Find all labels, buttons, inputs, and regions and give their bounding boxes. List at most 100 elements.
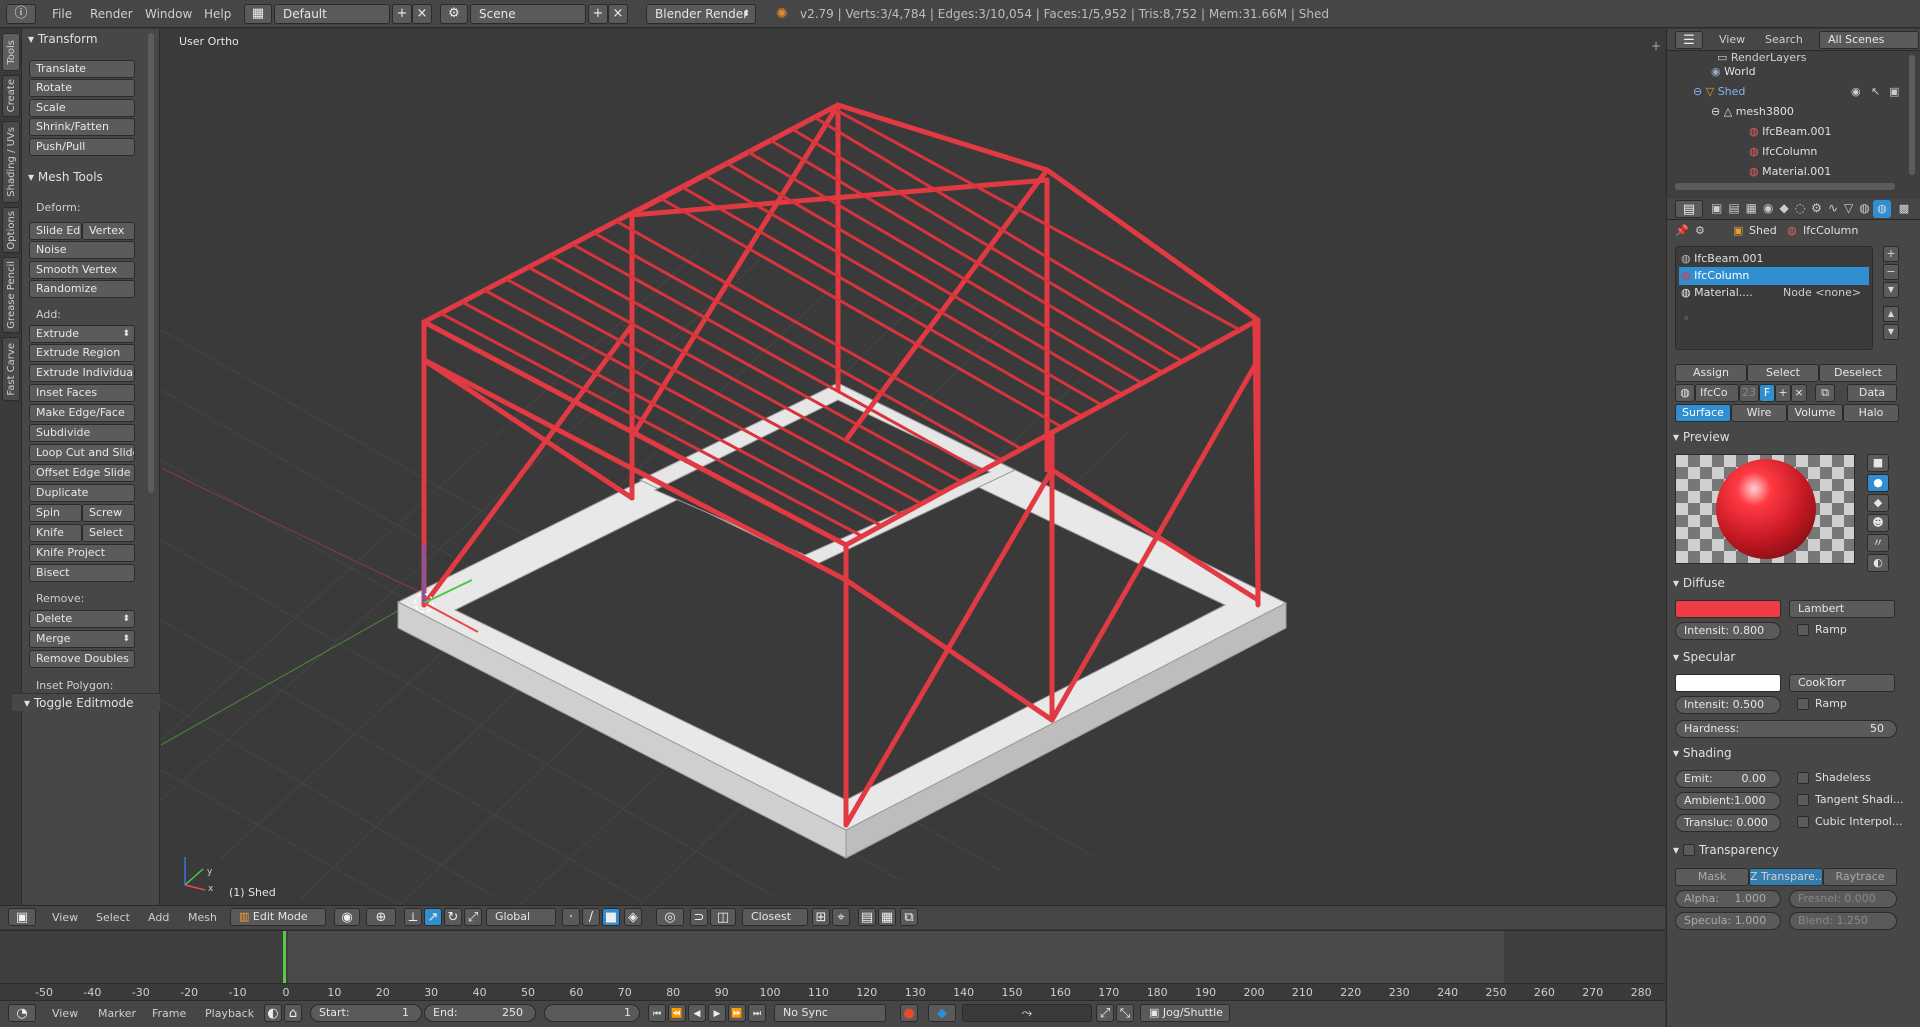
remove-scene-icon[interactable]: × [608,4,628,24]
renderable-camera-icon[interactable]: ▣ [1889,85,1899,98]
properties-editor-type-icon[interactable]: ▤ [1675,200,1703,218]
menu-help[interactable]: Help [204,4,231,24]
rotate-manipulator-icon[interactable]: ↻ [444,908,462,926]
pin-icon[interactable]: 📌 [1675,224,1689,237]
hardness-field[interactable]: Hardness: 50 [1675,720,1897,738]
link-data-dropdown[interactable]: Data [1847,384,1897,402]
scene-dropdown[interactable]: Scene [470,4,586,24]
next-keyframe-icon[interactable]: ⏩ [728,1004,746,1022]
unlink-material-icon[interactable]: × [1791,384,1807,402]
translate-manipulator-icon[interactable]: ↗ [424,908,442,926]
extrude-individual-button[interactable]: Extrude Individual [29,364,135,382]
remove-layout-icon[interactable]: × [412,4,432,24]
translate-button[interactable]: Translate [29,60,135,78]
menu-render[interactable]: Render [90,4,133,24]
rotate-button[interactable]: Rotate [29,79,135,97]
screw-button[interactable]: Screw [82,504,135,522]
shelf-scrollbar[interactable] [148,33,154,493]
randomize-button[interactable]: Randomize [29,280,135,298]
tab-fast-carve[interactable]: Fast Carve [2,337,20,401]
subdivide-button[interactable]: Subdivide [29,424,135,442]
snap-element-icon[interactable]: ◫ [710,908,736,926]
tab-grease-pencil[interactable]: Grease Pencil [2,257,20,333]
jump-end-icon[interactable]: ⏭ [748,1004,766,1022]
select-button[interactable]: Select [1747,364,1819,382]
pivot-point-icon[interactable]: ⊕ [366,908,396,926]
slot-specials-icon[interactable]: ▼ [1883,282,1899,298]
cubic-interpolation-checkbox[interactable] [1797,816,1809,828]
knife-select-button[interactable]: Select [82,524,135,542]
menu-select[interactable]: Select [96,908,130,928]
manipulator-toggle-icon[interactable]: ⟂ [404,908,422,926]
current-frame-field[interactable]: 1 [544,1004,640,1022]
opengl-render-icon[interactable]: ▤ [858,908,876,926]
delete-keyframe-icon[interactable]: ⤡ [1116,1004,1134,1022]
outliner-search-menu[interactable]: Search [1765,31,1803,49]
menu-file[interactable]: File [52,4,72,24]
emit-field[interactable]: Emit: 0.00 [1675,770,1781,788]
outliner-editor-type-icon[interactable]: ☰ [1675,31,1703,49]
spin-button[interactable]: Spin [29,504,82,522]
specular-shader-dropdown[interactable]: CookTorr [1789,674,1895,692]
edge-select-icon[interactable]: / [582,908,600,926]
fake-user-toggle[interactable]: F [1759,384,1775,402]
tab-halo[interactable]: Halo [1843,404,1899,422]
menu-view[interactable]: View [52,1004,78,1024]
menu-view[interactable]: View [52,908,78,928]
scale-button[interactable]: Scale [29,99,135,117]
texture-context-icon[interactable]: ▩ [1895,200,1913,218]
transp-mask-button[interactable]: Mask [1675,868,1749,886]
keying-set-icon[interactable]: ◆ [928,1004,956,1022]
menu-marker[interactable]: Marker [98,1004,136,1024]
viewport-plus-icon[interactable]: + [1651,39,1661,53]
transform-orientation-dropdown[interactable]: Global [486,908,556,926]
smooth-vertex-button[interactable]: Smooth Vertex [29,261,135,279]
diffuse-shader-dropdown[interactable]: Lambert [1789,600,1895,618]
outliner-row-renderlayers[interactable]: ▭ RenderLayers [1717,51,1806,63]
snap-toggle-icon[interactable]: ⊃ [690,908,708,926]
preview-panel-header[interactable]: ▾ Preview [1673,430,1730,444]
assign-button[interactable]: Assign [1675,364,1747,382]
scene-icon[interactable]: ⚙ [440,4,468,24]
active-keying-set[interactable]: ⤳ [962,1004,1092,1022]
menu-add[interactable]: Add [148,908,169,928]
mode-dropdown[interactable]: ▥ Edit Mode [230,908,326,926]
menu-mesh[interactable]: Mesh [188,908,217,928]
fresnel-field[interactable]: Fresnel: 0.000 [1789,890,1897,908]
diffuse-panel-header[interactable]: ▾ Diffuse [1673,576,1725,590]
offset-edge-slide-button[interactable]: Offset Edge Slide [29,464,135,482]
remove-doubles-button[interactable]: Remove Doubles [29,650,135,668]
move-up-icon[interactable]: ▲ [1883,306,1899,322]
blend-field[interactable]: Blend: 1.250 [1789,912,1897,930]
viewport-shading-icon[interactable]: ◉ [334,908,360,926]
material-users-count[interactable]: 23 [1739,384,1759,402]
snap-target-dropdown[interactable]: Closest [742,908,808,926]
outliner-row-mesh3800[interactable]: ⊖ △ mesh3800 [1711,105,1794,118]
bisect-button[interactable]: Bisect [29,564,135,582]
clone-icon[interactable]: ⧉ [900,908,918,926]
duplicate-button[interactable]: Duplicate [29,484,135,502]
sync-dropdown[interactable]: No Sync [774,1004,886,1022]
transform-panel-header[interactable]: ▾ Transform [28,30,98,48]
end-frame-field[interactable]: End: 250 [424,1004,536,1022]
outliner-row-material001[interactable]: ◍ Material.001 [1749,165,1831,178]
add-scene-icon[interactable]: + [588,4,608,24]
display-mode-dropdown[interactable]: All Scenes [1819,31,1919,49]
tab-surface[interactable]: Surface [1675,404,1731,422]
slot-ifcbeam[interactable]: ◍ IfcBeam.001 [1681,252,1764,265]
jog-shuttle-dropdown[interactable]: ▣ Jog/Shuttle [1140,1004,1230,1022]
shrink-fatten-button[interactable]: Shrink/Fatten [29,118,135,136]
play-icon[interactable]: ▶ [708,1004,726,1022]
insert-keyframe-icon[interactable]: ⤢ [1096,1004,1114,1022]
tab-tools[interactable]: Tools [2,33,20,71]
node-tree-icon[interactable]: ⧉ [1815,384,1835,402]
specular-color-swatch[interactable] [1675,674,1781,692]
menu-window[interactable]: Window [145,4,192,24]
scale-manipulator-icon[interactable]: ⤢ [464,908,482,926]
timeline-editor-type-icon[interactable]: ◔ [8,1004,36,1022]
outliner-v-scrollbar[interactable] [1909,55,1915,175]
knife-project-button[interactable]: Knife Project [29,544,135,562]
outliner-view-menu[interactable]: View [1719,31,1745,49]
outliner-row-shed[interactable]: ⊖ ▽ Shed [1693,85,1745,98]
extrude-dropdown[interactable]: Extrude ⬍ [29,325,135,343]
